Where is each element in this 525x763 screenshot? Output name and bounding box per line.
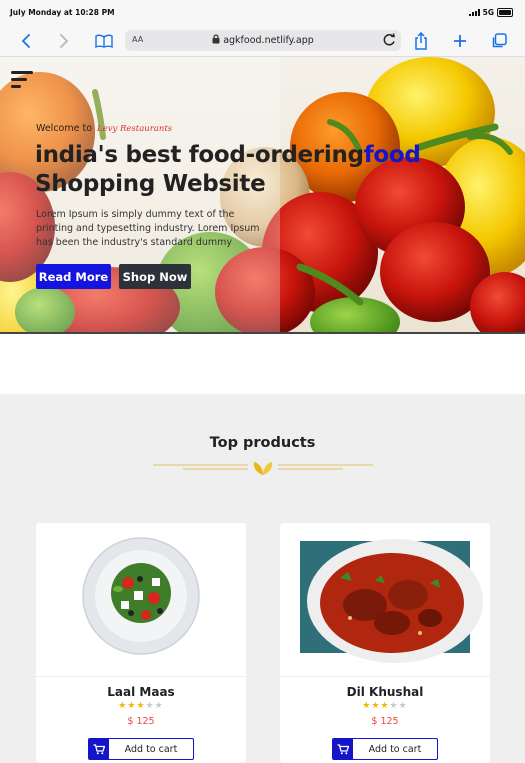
welcome-text: Welcome to [36,123,93,134]
hero-description: Lorem Ipsum is simply dummy text of the … [36,209,260,248]
star-icon: ★ [154,701,164,711]
product-image-curry [280,523,490,673]
url-text: agkfood.netlify.app [223,35,314,46]
product-image-salad [36,523,246,673]
star-rating: ★★★★★ [280,701,490,711]
share-icon[interactable] [411,31,431,51]
bookmarks-icon[interactable] [94,31,114,51]
tabs-icon[interactable] [489,31,509,51]
headline-line2: Shopping Website [35,171,266,197]
forward-icon[interactable] [54,31,74,51]
card-divider [36,676,246,677]
product-card[interactable]: Dil Khushal ★★★★★ $ 125 Add to cart [280,523,490,763]
reload-icon[interactable] [381,32,397,51]
lock-icon [212,34,220,47]
status-time: July Monday at 10:28 PM [10,8,115,17]
back-icon[interactable] [16,31,36,51]
menu-icon[interactable] [11,71,33,89]
cart-icon [333,739,353,759]
battery-icon [497,8,513,17]
star-icon: ★ [118,701,128,711]
headline-line1: india's best food-ordering [35,142,364,168]
section-title: Top products [209,435,316,451]
add-to-cart-button[interactable]: Add to cart [88,738,194,760]
add-to-cart-button[interactable]: Add to cart [332,738,438,760]
network-label: 5G [482,8,494,17]
status-indicators: 5G [468,8,513,17]
product-name: Dil Khushal [346,685,424,699]
product-card[interactable]: Laal Maas ★★★★★ $ 125 Add to cart [36,523,246,763]
star-icon: ★ [145,701,155,711]
product-price: $ 125 [127,716,155,727]
star-icon: ★ [136,701,146,711]
signal-icon [468,9,480,16]
address-bar[interactable]: AA agkfood.netlify.app [125,30,401,51]
new-tab-icon[interactable] [450,31,470,51]
headline-highlight: food [363,142,421,168]
add-to-cart-label: Add to cart [368,743,422,755]
leaf-divider-icon [153,462,373,475]
product-name: Laal Maas [107,685,175,699]
product-price: $ 125 [371,716,399,727]
star-icon: ★ [398,701,408,711]
spacer-band [0,334,525,394]
star-icon: ★ [389,701,399,711]
welcome-line: Welcome to Levy Restaurants [36,123,172,134]
add-to-cart-label: Add to cart [124,743,178,755]
hero-headline: india's best food-orderingfood Shopping … [35,141,421,199]
url-display[interactable]: agkfood.netlify.app [125,34,401,47]
hero-banner: Welcome to Levy Restaurants india's best… [0,57,525,334]
star-rating: ★★★★★ [36,701,246,711]
brand-logo: Levy Restaurants [97,123,173,134]
star-icon: ★ [380,701,390,711]
browser-toolbar: AA agkfood.netlify.app [0,26,525,57]
cart-icon [89,739,109,759]
read-more-button[interactable]: Read More [36,264,111,289]
star-icon: ★ [362,701,372,711]
status-bar: July Monday at 10:28 PM 5G [0,0,525,26]
card-divider [280,676,490,677]
shop-now-button[interactable]: Shop Now [119,264,191,289]
